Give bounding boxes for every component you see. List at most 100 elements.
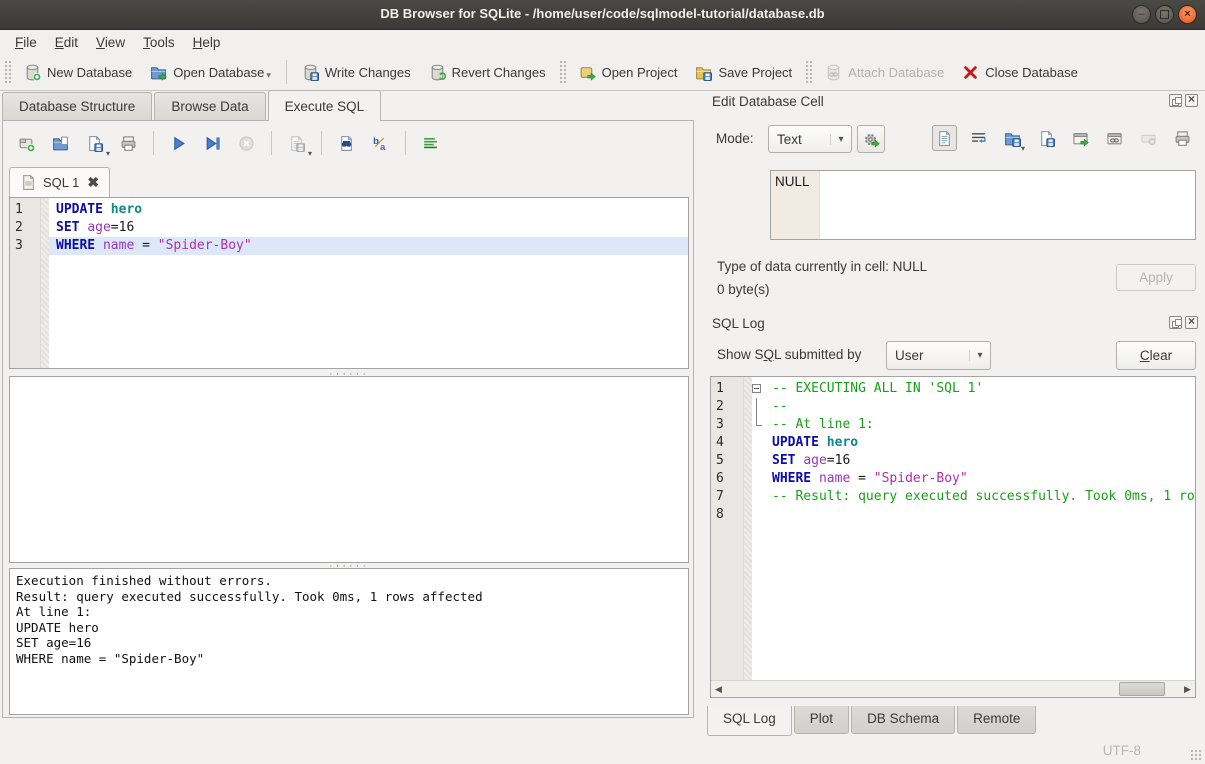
line-number: 1 xyxy=(10,201,40,219)
resize-grip[interactable] xyxy=(1190,749,1202,761)
auto-apply-button[interactable] xyxy=(857,125,885,153)
find-replace-button[interactable]: ba xyxy=(365,131,396,156)
execute-current-line-button[interactable] xyxy=(197,131,228,156)
open-project-button[interactable]: Open Project xyxy=(570,59,687,86)
toolbar-separator xyxy=(286,60,287,84)
menu-view[interactable]: View xyxy=(87,33,134,52)
write-changes-button[interactable]: Write Changes xyxy=(293,59,420,86)
sql-tab-label: SQL 1 xyxy=(43,175,79,190)
line-number: 7 xyxy=(711,488,741,506)
fold-marker[interactable] xyxy=(750,380,765,398)
menu-tools[interactable]: Tools xyxy=(134,33,184,52)
menu-edit[interactable]: Edit xyxy=(46,33,87,52)
save-project-icon xyxy=(695,64,712,81)
float-dock-icon[interactable] xyxy=(1169,94,1182,107)
sql-log-view[interactable]: 1-- EXECUTING ALL IN 'SQL 1'2--3-- At li… xyxy=(710,376,1196,698)
new-database-icon xyxy=(24,64,41,81)
fold-margin-cell xyxy=(741,398,750,416)
toolbar-handle[interactable] xyxy=(805,60,812,84)
fold-marker xyxy=(750,398,765,416)
sql-tab-bar: SQL 1 ✖ xyxy=(9,167,110,197)
find-icon xyxy=(338,135,355,152)
sql-editor[interactable]: 1UPDATE hero2SET age=163WHERE name = "Sp… xyxy=(9,197,689,369)
copy-link-button[interactable] xyxy=(1102,125,1127,151)
save-sql-file-button[interactable]: ▾ xyxy=(79,131,110,156)
toolbar-handle[interactable] xyxy=(559,60,566,84)
fold-marker xyxy=(750,470,765,488)
print-sql-button[interactable] xyxy=(113,131,144,156)
dock-tab-sql-log[interactable]: SQL Log xyxy=(707,706,792,736)
sql-tab-sql-1[interactable]: SQL 1 ✖ xyxy=(9,167,110,197)
code-text: -- Result: query executed successfully. … xyxy=(765,488,1196,506)
scrollbar-track[interactable] xyxy=(726,681,1180,697)
dock-tab-remote[interactable]: Remote xyxy=(957,706,1036,734)
toolbar-button-label: Close Database xyxy=(985,65,1078,80)
line-number: 5 xyxy=(711,452,741,470)
menu-file[interactable]: File xyxy=(6,33,46,52)
minimize-button[interactable]: – xyxy=(1132,5,1151,24)
code-line: 3WHERE name = "Spider-Boy" xyxy=(10,237,688,255)
code-text: -- xyxy=(765,398,1195,416)
word-wrap-button[interactable] xyxy=(966,125,991,151)
cell-value-editor[interactable]: NULL xyxy=(770,170,1196,240)
close-tab-icon[interactable]: ✖ xyxy=(87,174,99,191)
toolbar-button-label: Open Database xyxy=(173,65,264,80)
maximize-icon xyxy=(1160,10,1169,19)
cell-type-text: Type of data currently in cell: NULL xyxy=(717,259,927,274)
close-dock-icon[interactable] xyxy=(1185,94,1198,107)
open-sql-file-button[interactable] xyxy=(45,131,76,156)
tab-database-structure[interactable]: Database Structure xyxy=(2,92,152,121)
sql-doc-icon xyxy=(20,174,37,191)
apply-button[interactable]: Apply xyxy=(1116,264,1196,291)
menu-help[interactable]: Help xyxy=(184,33,230,52)
new-database-button[interactable]: New Database xyxy=(15,59,141,86)
scroll-left-icon[interactable]: ◀ xyxy=(711,681,726,697)
play-icon xyxy=(170,135,187,152)
clear-log-button[interactable]: Clear xyxy=(1116,341,1196,370)
close-database-button[interactable]: Close Database xyxy=(953,59,1087,86)
fold-collapse-icon[interactable] xyxy=(752,384,761,393)
import-from-file-button[interactable]: ▾ xyxy=(1000,125,1025,151)
set-null-button[interactable] xyxy=(1136,125,1161,151)
tab-execute-sql[interactable]: Execute SQL xyxy=(268,90,382,121)
close-dock-icon[interactable] xyxy=(1185,316,1198,329)
maximize-button[interactable] xyxy=(1155,5,1174,24)
dock-tab-db-schema[interactable]: DB Schema xyxy=(851,706,955,734)
auto-format-button[interactable] xyxy=(415,131,446,156)
chevron-down-icon[interactable]: ▾ xyxy=(106,149,110,158)
new-sql-tab-button[interactable] xyxy=(11,131,42,156)
scroll-right-icon[interactable]: ▶ xyxy=(1180,681,1195,697)
chevron-down-icon[interactable]: ▾ xyxy=(266,70,271,81)
float-dock-icon[interactable] xyxy=(1169,316,1182,329)
toolbar-handle[interactable] xyxy=(4,60,11,84)
sql-log-title: SQL Log xyxy=(712,316,765,331)
sql-log-filter-combo[interactable]: User ▾ xyxy=(886,341,991,370)
tab-browse-data[interactable]: Browse Data xyxy=(154,92,265,121)
toolbar-button-label: Open Project xyxy=(602,65,678,80)
save-results-button[interactable]: ▾ xyxy=(281,131,312,156)
encoding-indicator[interactable]: UTF-8 xyxy=(1103,743,1141,758)
revert-changes-button[interactable]: Revert Changes xyxy=(420,59,555,86)
find-button[interactable] xyxy=(331,131,362,156)
save-project-button[interactable]: Save Project xyxy=(686,59,801,86)
toolbar-button-label: Write Changes xyxy=(325,65,411,80)
stop-execution-button[interactable] xyxy=(231,131,262,156)
open-in-external-button[interactable] xyxy=(1068,125,1093,151)
open-database-button[interactable]: Open Database▾ xyxy=(141,59,280,86)
line-number: 3 xyxy=(711,416,741,434)
chevron-down-icon[interactable]: ▾ xyxy=(1021,144,1025,153)
export-to-file-button[interactable] xyxy=(1034,125,1059,151)
stop-icon xyxy=(238,135,255,152)
text-view-button[interactable] xyxy=(932,125,957,151)
close-button[interactable]: × xyxy=(1178,5,1197,24)
horizontal-scrollbar[interactable]: ◀ ▶ xyxy=(711,680,1195,697)
print-cell-button[interactable] xyxy=(1170,125,1195,151)
chevron-down-icon[interactable]: ▾ xyxy=(308,149,312,158)
close-database-icon xyxy=(962,64,979,81)
mode-combo[interactable]: Text ▾ xyxy=(768,125,852,153)
attach-database-button[interactable]: Attach Database xyxy=(816,59,953,86)
scrollbar-thumb[interactable] xyxy=(1119,682,1165,696)
dock-tab-plot[interactable]: Plot xyxy=(794,706,849,734)
execute-all-button[interactable] xyxy=(163,131,194,156)
toolbar-separator xyxy=(405,131,406,155)
